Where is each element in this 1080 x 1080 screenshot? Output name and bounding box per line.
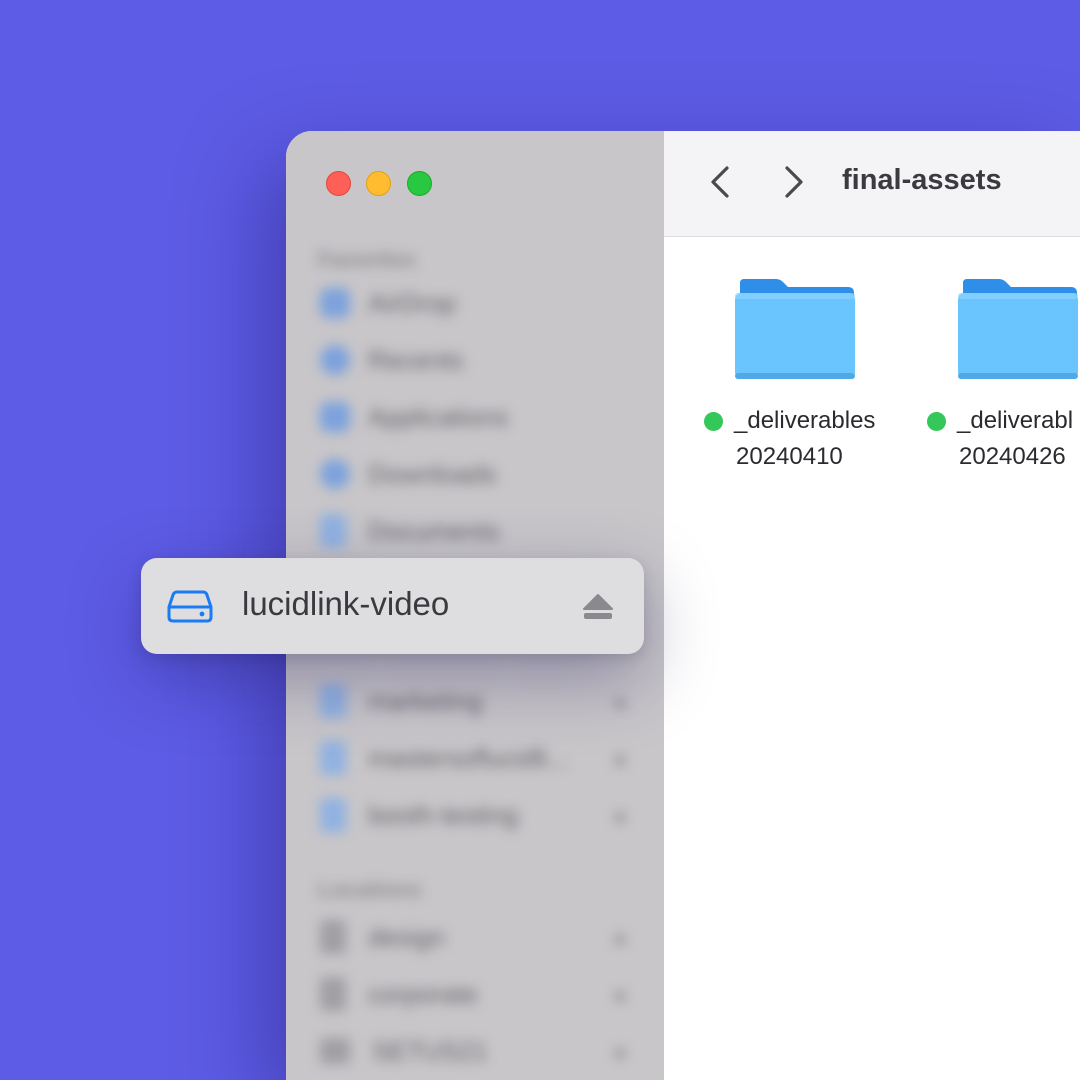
sidebar-item-documents[interactable]: Documents (320, 511, 630, 551)
sidebar-item-corporate[interactable]: corporate ▲ (320, 974, 630, 1014)
sidebar-item-label: corporate (368, 978, 478, 1009)
applications-icon (320, 402, 350, 432)
sidebar-item-label: design (368, 921, 445, 952)
sidebar-item-design[interactable]: design ▲ (320, 917, 630, 957)
back-button[interactable] (700, 159, 740, 205)
forward-button[interactable] (774, 159, 814, 205)
folder-name-line2: 20240410 (736, 443, 843, 470)
sidebar-item-label: SETUS21 (372, 1035, 488, 1066)
clock-icon (320, 345, 350, 375)
chevron-right-icon (785, 166, 803, 198)
drive-icon (320, 920, 346, 954)
toolbar: final-assets (664, 131, 1080, 237)
eject-icon[interactable]: ▲ (610, 748, 630, 769)
sidebar-item-marketing[interactable]: marketing ▲ (320, 681, 630, 721)
eject-icon[interactable]: ▲ (610, 1041, 630, 1062)
eject-icon[interactable] (582, 593, 614, 621)
eject-icon[interactable]: ▲ (610, 805, 630, 826)
sidebar-item-label: Applications (368, 401, 509, 432)
drive-label: lucidlink-video (242, 585, 450, 622)
main-content: final-assets _deliverables 20240410 _del… (664, 131, 1080, 1080)
sidebar-item-label: Downloads (368, 458, 497, 489)
sidebar-item-label: booth-testing (368, 799, 519, 830)
folder-name: _deliverabl (957, 407, 1074, 434)
sidebar-item-lucidlink-video[interactable]: lucidlink-video (141, 558, 644, 654)
green-tag-icon (927, 411, 946, 431)
eject-icon[interactable]: ▲ (610, 927, 630, 948)
drive-icon (320, 977, 346, 1011)
folder-title: final-assets (842, 164, 1002, 196)
folder-name: _deliverables (734, 407, 876, 434)
eject-icon[interactable]: ▲ (610, 984, 630, 1005)
sidebar-item-mastersoflucidlink[interactable]: mastersoflucidli... ▲ (320, 738, 630, 778)
document-icon (320, 514, 346, 548)
sidebar-item-label: AirDrop (368, 287, 457, 318)
sidebar-item-airdrop[interactable]: AirDrop (320, 283, 630, 323)
sidebar-item-label: marketing (368, 685, 483, 716)
download-icon (320, 459, 350, 489)
external-drive-icon (167, 590, 213, 623)
shared-folder-icon (320, 798, 346, 832)
sidebar-item-booth-testing[interactable]: booth-testing ▲ (320, 795, 630, 835)
sidebar-section-locations: Locations (318, 877, 422, 902)
sidebar-item-downloads[interactable]: Downloads (320, 454, 630, 494)
eject-icon[interactable]: ▲ (610, 691, 630, 712)
shared-folder-icon (320, 684, 346, 718)
computer-icon (320, 1038, 350, 1064)
sidebar-item-recents[interactable]: Recents (320, 340, 630, 380)
sidebar-item-label: mastersoflucidli... (368, 742, 569, 773)
sidebar-item-computer[interactable]: SETUS21 ▲ (320, 1031, 630, 1071)
shared-folder-icon (320, 741, 346, 775)
sidebar-item-label: Recents (368, 344, 464, 375)
sidebar-item-applications[interactable]: Applications (320, 397, 630, 437)
green-tag-icon (704, 411, 723, 431)
sidebar-item-label: Documents (368, 515, 500, 546)
folder-name-line2: 20240426 (959, 443, 1066, 470)
folder-icon (735, 279, 855, 379)
sidebar-section-favorites: Favorites (318, 247, 416, 272)
chevron-left-icon (711, 166, 729, 198)
folder-icon (958, 279, 1078, 379)
airdrop-icon (320, 288, 350, 318)
